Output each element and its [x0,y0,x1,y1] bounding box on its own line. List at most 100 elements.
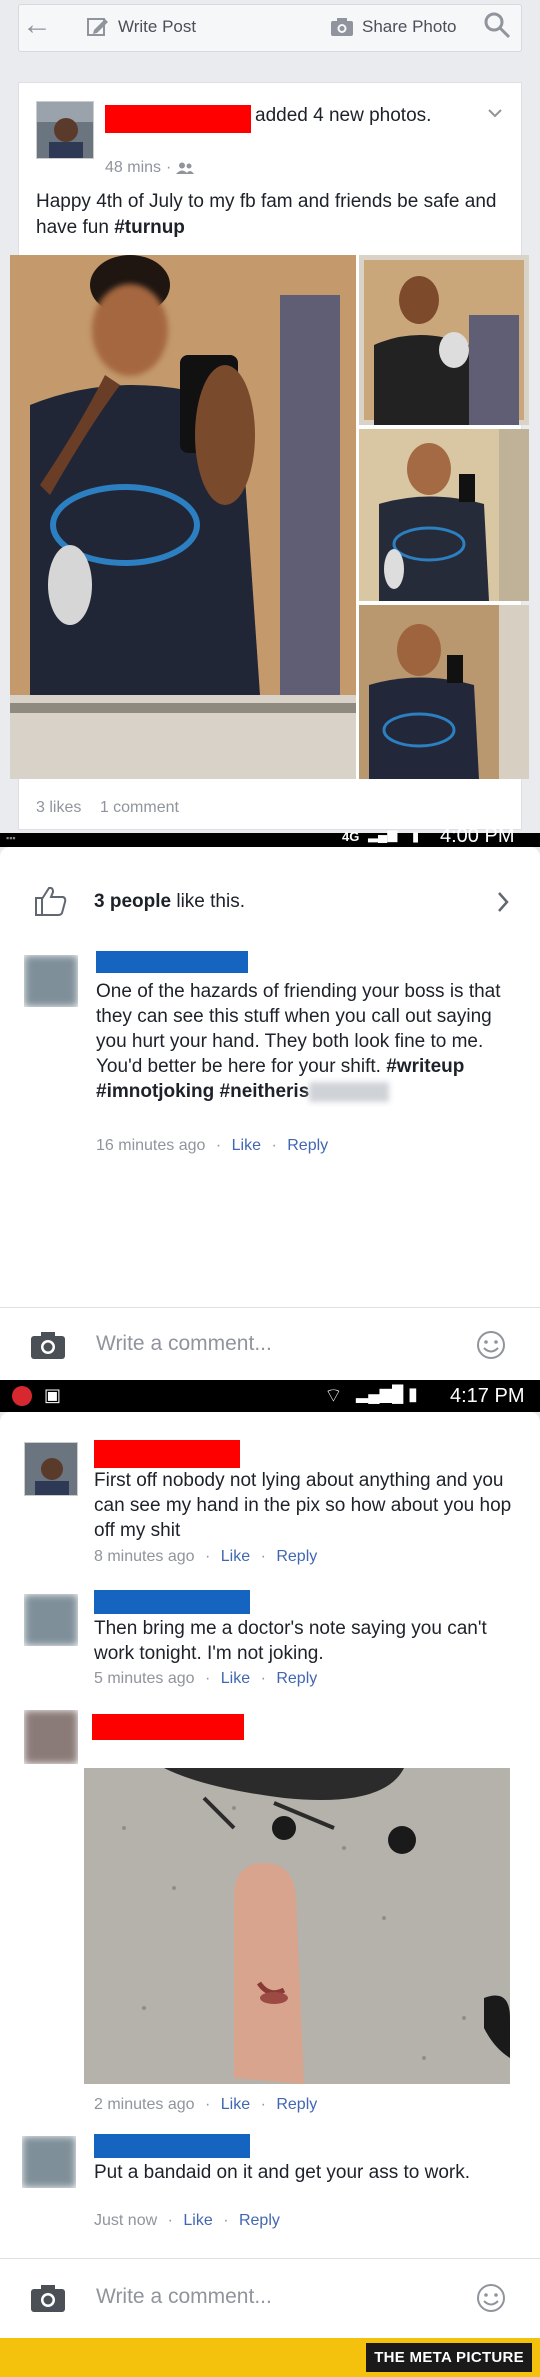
wifi-icon: ⌔ [324,1385,343,1407]
post-hashtag[interactable]: #turnup [114,217,185,238]
commenter-name-redacted[interactable] [92,1714,244,1740]
camera-icon [331,18,353,36]
share-photo-button[interactable]: Share Photo [330,12,457,42]
like-link[interactable]: Like [221,1548,250,1565]
comments-sheet-3: First off nobody not lying about anythin… [0,1412,540,2338]
commenter-name-redacted[interactable] [94,1440,240,1468]
camera-icon[interactable] [30,2283,66,2313]
commenter-avatar-boss[interactable] [24,1594,78,1646]
app-notification-icon [12,1386,32,1406]
like-link[interactable]: Like [221,1670,250,1687]
status-network: 4G [342,829,360,844]
reply-link[interactable]: Reply [276,1670,317,1687]
chevron-down-icon[interactable] [487,107,503,119]
top-action-bar: ← Write Post Share Photo [0,0,540,56]
meta-dot: · [167,2212,173,2229]
meta-dot: · [260,1670,266,1687]
reply-link[interactable]: Reply [287,1137,328,1154]
post-photo-4[interactable] [359,605,529,779]
status-bar-3: ▣ ⌔ ▂▄▆█ ▮ 4:17 PM [0,1380,540,1412]
status-time: 4:00 PM [440,825,515,847]
comment-1-meta: 8 minutes ago · Like · Reply [94,1548,317,1566]
signal-icon: ▂▄▆ [368,827,398,842]
post-stats: 3 likes 1 comment [36,799,179,817]
meta-dot: · [271,1137,277,1154]
boss-comment-body: One of the hazards of friending your bos… [96,979,506,1104]
search-icon[interactable] [482,10,512,40]
friends-icon [176,162,195,174]
commenter-avatar-poster[interactable] [24,1442,78,1496]
likes-summary-count: 3 people [94,891,172,912]
status-bar-2: ▪▪▪ 4G ▂▄▆ ▮ 4:00 PM [0,825,540,847]
redacted-tag-blur [309,1081,390,1102]
meta-dot: · [204,1548,211,1565]
comment-2-body: Then bring me a doctor's note saying you… [94,1618,487,1664]
boss-comment-tag2[interactable]: #neitheris [220,1081,310,1102]
post-likes-count[interactable]: 3 likes [36,799,81,816]
comment-3-meta: 2 minutes ago · Like · Reply [94,2096,317,2114]
write-comment-input[interactable]: Write a comment... [96,2285,272,2309]
write-comment-bar: Write a comment... [0,1307,540,1380]
reply-link[interactable]: Reply [276,1548,317,1565]
chevron-right-icon[interactable] [496,891,510,913]
comment-time: 8 minutes ago [94,1548,195,1565]
post-card: added 4 new photos. 48 mins · Happy 4th … [10,82,529,830]
commenter-name-redacted[interactable] [96,951,248,973]
image-icon: ▣ [44,1385,62,1405]
camera-icon[interactable] [30,1330,66,1360]
commenter-avatar-poster-2[interactable] [24,1710,78,1764]
post-comments-count[interactable]: 1 comment [100,799,179,816]
post-message-text: Happy 4th of July to my fb fam and frien… [36,191,497,238]
post-message: Happy 4th of July to my fb fam and frien… [36,189,506,241]
post-action-text: added 4 new photos. [255,105,432,126]
comment-time: 5 minutes ago [94,1670,195,1687]
comment-time: 16 minutes ago [96,1137,206,1154]
comment-4-body: Put a bandaid on it and get your ass to … [94,2162,471,2183]
commenter-avatar-boss[interactable] [24,955,78,1007]
comment-photo-finger[interactable] [84,1768,510,2084]
smiley-icon[interactable] [476,1330,506,1360]
battery-icon: ▮ [412,829,420,844]
boss-comment-meta: 16 minutes ago · Like · Reply [96,1137,328,1155]
post-photo-2[interactable] [359,255,529,425]
watermark-badge: THE META PICTURE [366,2343,532,2372]
write-post-button[interactable]: Write Post [86,12,196,42]
signal-icon: ▂▄▆█ [356,1386,404,1403]
like-link[interactable]: Like [232,1137,261,1154]
back-arrow-icon[interactable]: ← [22,10,52,40]
meta-dot: · [260,1548,266,1565]
meta-dot: · [260,2096,266,2113]
poster-avatar[interactable] [36,101,94,159]
reply-link[interactable]: Reply [276,2096,317,2113]
likes-summary-rest: like this. [171,891,245,912]
meta-separator: · [166,159,172,176]
status-time: 4:17 PM [450,1385,525,1407]
thumbs-up-icon [35,886,67,916]
like-link[interactable]: Like [221,2096,250,2113]
reply-link[interactable]: Reply [239,2212,280,2229]
commenter-name-redacted[interactable] [94,2134,250,2158]
commenter-avatar-boss[interactable] [22,2136,76,2188]
pencil-icon [87,18,108,36]
post-photo-3[interactable] [359,429,529,601]
status-carrier-icon: ▪▪▪ [6,833,16,843]
likes-summary[interactable]: 3 people like this. [94,891,245,913]
write-post-label: Write Post [118,17,197,36]
write-comment-input[interactable]: Write a comment... [96,1332,272,1356]
meta-dot: · [215,1137,222,1154]
share-photo-label: Share Photo [362,17,457,36]
comment-time: 2 minutes ago [94,2096,195,2113]
meta-dot: · [204,2096,211,2113]
smiley-icon[interactable] [476,2283,506,2313]
battery-icon: ▮ [408,1384,418,1404]
comment-4-meta: Just now · Like · Reply [94,2212,280,2230]
commenter-name-redacted[interactable] [94,1590,250,1614]
comment-time: Just now [94,2212,158,2229]
post-time: 48 mins [105,159,162,176]
post-photo-main[interactable] [10,255,356,779]
footer-banner: THE META PICTURE [0,2338,540,2377]
comment-1-body: First off nobody not lying about anythin… [94,1470,512,1541]
comment-2-meta: 5 minutes ago · Like · Reply [94,1670,317,1688]
comments-sheet-2: 3 people like this. One of the hazards o… [0,847,540,1380]
like-link[interactable]: Like [183,2212,212,2229]
